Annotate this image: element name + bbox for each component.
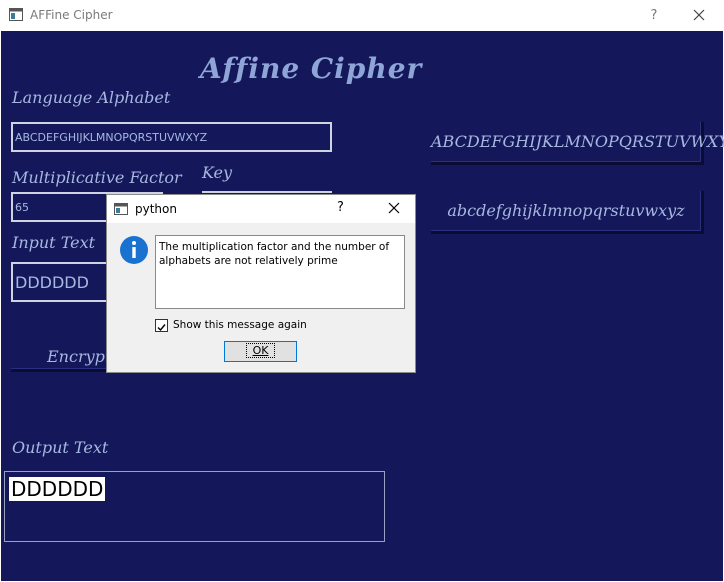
window-titlebar: AFFine Cipher ?: [0, 0, 724, 31]
checkmark-icon: [157, 324, 166, 332]
message-text: The multiplication factor and the number…: [155, 235, 405, 309]
dialog-close-icon[interactable]: [385, 199, 403, 217]
dialog-app-icon: [114, 203, 128, 215]
app-icon: [9, 8, 23, 21]
language-alphabet-label: Language Alphabet: [12, 88, 171, 107]
window-title: AFFine Cipher: [30, 8, 113, 22]
key-label: Key: [202, 163, 233, 182]
output-text-value: DDDDDD: [9, 477, 106, 501]
close-icon[interactable]: [680, 0, 720, 31]
ok-button-label: OK: [245, 343, 276, 358]
show-again-checkbox[interactable]: [155, 319, 168, 332]
multiplicative-factor-label: Multiplicative Factor: [12, 168, 182, 187]
info-icon: [120, 236, 148, 264]
input-text-label: Input Text: [12, 233, 96, 252]
ok-button[interactable]: OK: [224, 341, 297, 362]
encrypt-button[interactable]: Encrypt: [11, 342, 111, 372]
lowercase-alphabet-button[interactable]: abcdefghijklmnopqrstuvwxyz: [431, 191, 704, 234]
show-again-label[interactable]: Show this message again: [173, 319, 307, 331]
key-input-edge[interactable]: [202, 191, 332, 193]
dialog-help-button[interactable]: ?: [337, 200, 344, 215]
message-dialog: python ? The multiplication factor and t…: [106, 194, 416, 373]
input-text-field[interactable]: [11, 262, 111, 302]
output-text-label: Output Text: [12, 438, 109, 457]
alphabet-input[interactable]: [11, 122, 332, 152]
help-button[interactable]: ?: [636, 0, 672, 31]
dialog-title: python: [135, 202, 177, 216]
uppercase-alphabet-button[interactable]: ABCDEFGHIJKLMNOPQRSTUVWXYZ: [431, 122, 724, 165]
page-title: Affine Cipher: [200, 52, 423, 85]
